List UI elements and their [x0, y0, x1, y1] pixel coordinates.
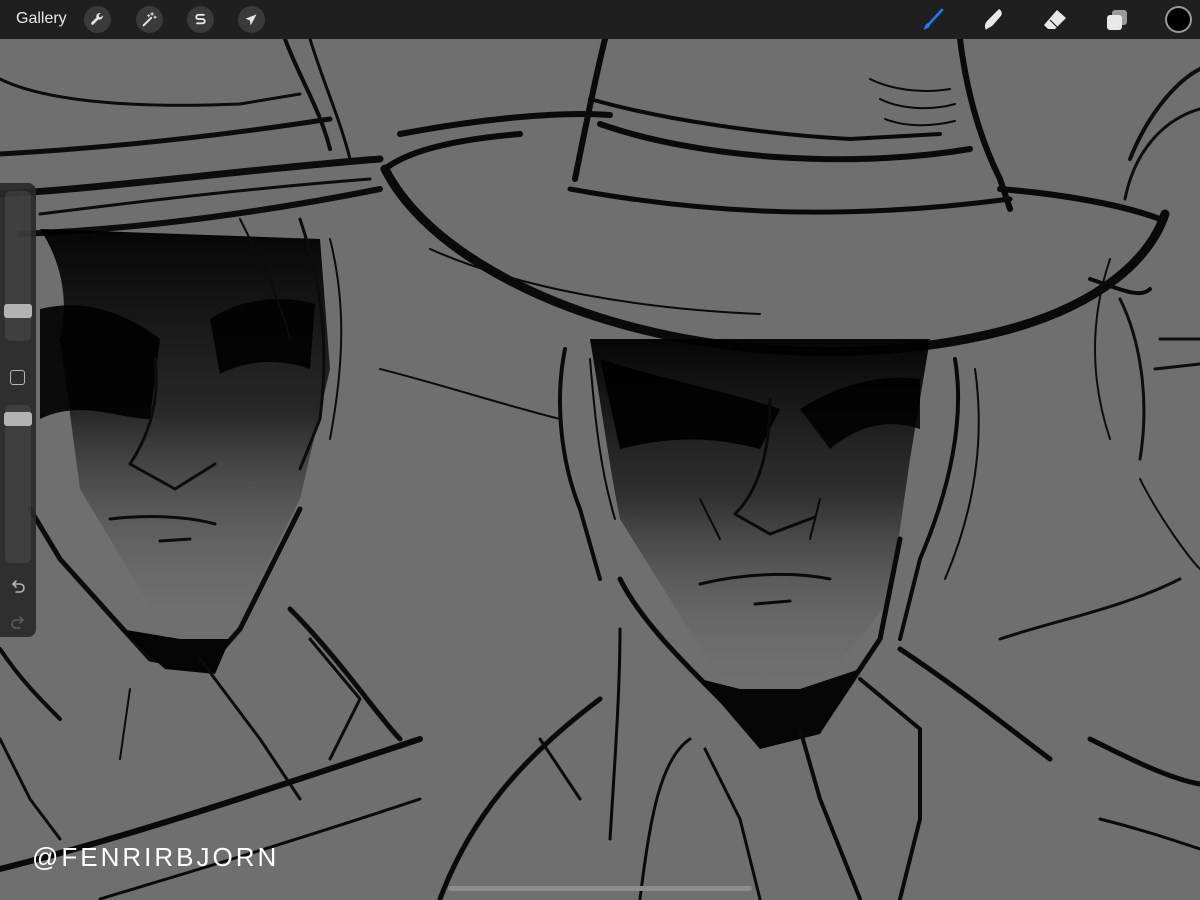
- arrow-cursor-icon: [245, 14, 257, 26]
- wrench-icon: [91, 13, 103, 25]
- layers-icon: [1107, 10, 1127, 30]
- eraser-tool[interactable]: [1042, 7, 1068, 33]
- brush-size-slider[interactable]: [4, 191, 32, 341]
- sketch-artwork: [0, 39, 1200, 900]
- opacity-slider[interactable]: [4, 405, 32, 563]
- selection-button[interactable]: [187, 6, 214, 33]
- home-indicator[interactable]: [448, 886, 752, 891]
- eraser-icon: [1044, 10, 1066, 29]
- adjustments-button[interactable]: [136, 6, 163, 33]
- smudge-tool[interactable]: [981, 7, 1007, 33]
- redo-icon[interactable]: [8, 612, 28, 632]
- right-figure: [998, 67, 1200, 641]
- transform-button[interactable]: [238, 6, 265, 33]
- layers-tool[interactable]: [1104, 7, 1130, 33]
- brush-size-slider-thumb[interactable]: [4, 304, 32, 318]
- modify-button[interactable]: [10, 370, 25, 385]
- top-toolbar: Gallery: [0, 0, 1200, 39]
- artist-watermark: @FENRIRBJORN: [32, 842, 280, 872]
- smudge-icon: [984, 9, 1002, 30]
- undo-icon[interactable]: [8, 576, 28, 596]
- left-sidebar: [0, 183, 36, 637]
- actions-button[interactable]: [84, 6, 111, 33]
- selection-s-icon: [195, 13, 206, 25]
- drawing-canvas[interactable]: @FENRIRBJORN: [0, 39, 1200, 900]
- brush-tool[interactable]: [920, 7, 946, 33]
- left-figure: [0, 39, 561, 841]
- brush-icon: [923, 8, 944, 30]
- magic-wand-icon: [142, 12, 157, 27]
- opacity-slider-thumb[interactable]: [4, 412, 32, 426]
- gallery-button[interactable]: Gallery: [16, 10, 67, 28]
- color-picker-swatch[interactable]: [1165, 6, 1192, 33]
